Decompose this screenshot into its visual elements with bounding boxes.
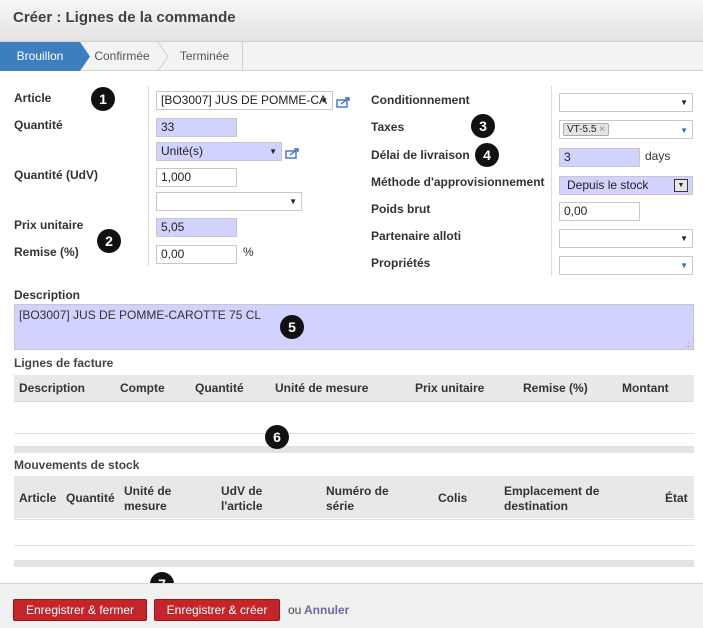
methode-value: Depuis le stock — [567, 178, 649, 192]
marker-4: 4 — [475, 143, 499, 167]
proprietes-label: Propriétés — [371, 256, 431, 270]
column-header[interactable]: Unité de mesure — [124, 484, 186, 514]
external-link-icon[interactable] — [336, 96, 351, 108]
remise-label: Remise (%) — [14, 245, 79, 259]
description-textarea[interactable]: [BO3007] JUS DE POMME-CAROTTE 75 CL .: — [14, 304, 694, 350]
days-suffix: days — [645, 149, 671, 163]
marker-1: 1 — [91, 87, 115, 111]
unite-value: Unité(s) — [161, 144, 204, 158]
dropdown-arrow-icon: ▼ — [674, 179, 688, 192]
stage-terminee[interactable]: Terminée — [168, 42, 241, 71]
stock-table-header: Article Quantité Unité de mesure UdV de … — [14, 476, 694, 518]
conditionnement-select[interactable]: ▼ — [559, 93, 693, 112]
table-row-divider — [14, 545, 694, 546]
taxes-label: Taxes — [371, 120, 405, 134]
poids-input[interactable]: 0,00 — [559, 202, 640, 221]
external-link-icon[interactable] — [285, 147, 300, 159]
dropdown-arrow-icon: ▼ — [680, 98, 688, 107]
column-header[interactable]: Quantité — [66, 491, 115, 505]
proprietes-field[interactable]: ▼ — [559, 256, 693, 275]
column-header[interactable]: Article — [19, 491, 56, 505]
column-separator — [551, 86, 552, 276]
column-header[interactable]: Montant — [622, 381, 669, 395]
udv-unit-select[interactable]: ▼ — [156, 192, 302, 211]
partenaire-label: Partenaire alloti — [371, 229, 462, 243]
column-separator — [148, 86, 149, 266]
invoice-table-footer — [14, 446, 694, 453]
column-header[interactable]: Quantité — [195, 381, 244, 395]
column-header[interactable]: UdV de l'article — [221, 484, 281, 514]
column-header[interactable]: Numéro de série — [326, 484, 396, 514]
tax-tag: VT-5.5 × — [563, 123, 610, 136]
stage-confirmee[interactable]: Confirmée — [86, 42, 158, 71]
resize-handle-icon[interactable]: .: — [686, 340, 690, 349]
description-label: Description — [14, 288, 81, 302]
stock-moves-title: Mouvements de stock — [14, 458, 140, 472]
tag-remove-icon[interactable]: × — [599, 124, 605, 135]
taxes-field[interactable]: VT-5.5 × ▼ — [559, 120, 693, 139]
status-bar: Brouillon Confirmée Terminée — [0, 42, 703, 71]
article-select[interactable]: [BO3007] JUS DE POMME-CA ▼ — [156, 91, 333, 110]
column-header[interactable]: Colis — [438, 491, 467, 505]
description-value: [BO3007] JUS DE POMME-CAROTTE 75 CL — [19, 308, 262, 322]
remise-input[interactable]: 0,00 — [156, 245, 237, 264]
quantite-label: Quantité — [14, 118, 63, 132]
dropdown-arrow-icon: ▼ — [269, 147, 277, 156]
table-row-divider — [14, 519, 694, 520]
methode-select[interactable]: Depuis le stock ▼ — [559, 176, 693, 195]
stage-brouillon[interactable]: Brouillon — [0, 42, 80, 71]
column-header[interactable]: Emplacement de destination — [504, 484, 616, 514]
marker-2: 2 — [97, 229, 121, 253]
save-create-button[interactable]: Enregistrer & créer — [154, 599, 280, 621]
conditionnement-label: Conditionnement — [371, 93, 470, 107]
or-text: ou — [288, 603, 302, 617]
column-header[interactable]: Prix unitaire — [415, 381, 484, 395]
dropdown-arrow-icon: ▼ — [289, 197, 297, 206]
table-row-divider — [14, 433, 694, 434]
save-close-button[interactable]: Enregistrer & fermer — [13, 599, 147, 621]
quantite-udv-label: Quantité (UdV) — [14, 168, 98, 182]
dropdown-arrow-icon: ▼ — [320, 96, 328, 105]
quantite-udv-input[interactable]: 1,000 — [156, 168, 237, 187]
column-header[interactable]: Description — [19, 381, 85, 395]
column-header[interactable]: Remise (%) — [523, 381, 588, 395]
cancel-link[interactable]: Annuler — [304, 603, 349, 617]
column-header[interactable]: Compte — [120, 381, 165, 395]
stock-table-footer — [14, 560, 694, 567]
prix-unitaire-input[interactable]: 5,05 — [156, 218, 237, 237]
quantite-input[interactable]: 33 — [156, 118, 237, 137]
tax-tag-label: VT-5.5 — [567, 124, 597, 135]
article-label: Article — [14, 91, 52, 105]
stage-separator-icon — [158, 42, 168, 71]
column-header[interactable]: Unité de mesure — [275, 381, 368, 395]
dropdown-arrow-icon: ▼ — [680, 234, 688, 243]
stage-divider — [242, 42, 243, 71]
invoice-table-header: Description Compte Quantité Unité de mes… — [14, 375, 694, 401]
dropdown-arrow-icon: ▼ — [680, 126, 688, 135]
delai-label: Délai de livraison — [371, 148, 470, 162]
page-title: Créer : Lignes de la commande — [13, 9, 236, 26]
article-value: [BO3007] JUS DE POMME-CA — [161, 93, 328, 107]
prix-unitaire-label: Prix unitaire — [14, 218, 84, 232]
unite-select[interactable]: Unité(s) ▼ — [156, 142, 282, 161]
column-header[interactable]: État — [665, 491, 688, 505]
marker-6: 6 — [265, 425, 289, 449]
marker-5: 5 — [280, 315, 304, 339]
invoice-lines-title: Lignes de facture — [14, 356, 114, 370]
methode-label: Méthode d'approvisionnement — [371, 175, 545, 189]
delai-input[interactable]: 3 — [559, 148, 640, 167]
dropdown-arrow-icon: ▼ — [680, 261, 688, 270]
partenaire-select[interactable]: ▼ — [559, 229, 693, 248]
marker-3: 3 — [471, 114, 495, 138]
table-row-divider — [14, 401, 694, 402]
poids-label: Poids brut — [371, 202, 431, 216]
percent-suffix: % — [243, 245, 254, 259]
